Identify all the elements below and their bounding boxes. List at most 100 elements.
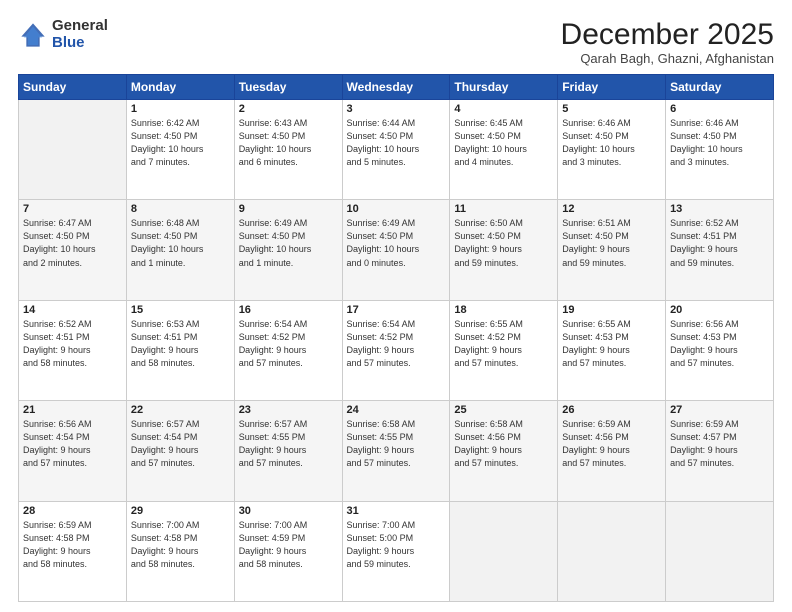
day-info: Sunrise: 6:55 AMSunset: 4:53 PMDaylight:… [562,318,661,370]
calendar-cell: 3 Sunrise: 6:44 AMSunset: 4:50 PMDaylight… [342,100,450,200]
day-number: 14 [23,304,122,316]
calendar-cell: 1 Sunrise: 6:42 AMSunset: 4:50 PMDaylight… [126,100,234,200]
calendar-week-row: 1 Sunrise: 6:42 AMSunset: 4:50 PMDaylight… [19,100,774,200]
calendar-week-row: 21 Sunrise: 6:56 AMSunset: 4:54 PMDayligh… [19,401,774,501]
calendar-week-row: 14 Sunrise: 6:52 AMSunset: 4:51 PMDayligh… [19,300,774,400]
day-info: Sunrise: 6:56 AMSunset: 4:54 PMDaylight:… [23,418,122,470]
month-title: December 2025 [561,18,774,51]
day-number: 2 [239,103,338,115]
day-info: Sunrise: 6:57 AMSunset: 4:55 PMDaylight:… [239,418,338,470]
calendar-cell: 25Sunrise: 6:58 AMSunset: 4:56 PMDayligh… [450,401,558,501]
day-info: Sunrise: 6:54 AMSunset: 4:52 PMDaylight:… [347,318,446,370]
day-number: 11 [454,203,553,215]
day-info: Sunrise: 6:42 AMSunset: 4:50 PMDaylight:… [131,117,230,169]
day-number: 3 [347,103,446,115]
day-info: Sunrise: 6:59 AMSunset: 4:57 PMDaylight:… [670,418,769,470]
day-number: 30 [239,505,338,517]
calendar-cell [450,501,558,601]
col-header-wednesday: Wednesday [342,75,450,100]
day-info: Sunrise: 6:49 AMSunset: 4:50 PMDaylight:… [239,217,338,269]
calendar-cell: 26 Sunrise: 6:59 AMSunset: 4:56 PMDayligh… [558,401,666,501]
day-number: 13 [670,203,769,215]
day-number: 27 [670,404,769,416]
day-info: Sunrise: 6:48 AMSunset: 4:50 PMDaylight:… [131,217,230,269]
calendar-cell: 20 Sunrise: 6:56 AMSunset: 4:53 PMDayligh… [666,300,774,400]
calendar-cell: 22 Sunrise: 6:57 AMSunset: 4:54 PMDayligh… [126,401,234,501]
col-header-sunday: Sunday [19,75,127,100]
calendar-cell: 6 Sunrise: 6:46 AMSunset: 4:50 PMDaylight… [666,100,774,200]
calendar-cell: 14 Sunrise: 6:52 AMSunset: 4:51 PMDayligh… [19,300,127,400]
calendar-cell: 19 Sunrise: 6:55 AMSunset: 4:53 PMDayligh… [558,300,666,400]
calendar-cell: 9 Sunrise: 6:49 AMSunset: 4:50 PMDaylight… [234,200,342,300]
day-info: Sunrise: 6:59 AMSunset: 4:56 PMDaylight:… [562,418,661,470]
calendar-cell: 29 Sunrise: 7:00 AMSunset: 4:58 PMDayligh… [126,501,234,601]
logo-icon [18,20,48,50]
day-info: Sunrise: 6:43 AMSunset: 4:50 PMDaylight:… [239,117,338,169]
day-info: Sunrise: 6:49 AMSunset: 4:50 PMDaylight:… [347,217,446,269]
calendar-cell: 24 Sunrise: 6:58 AMSunset: 4:55 PMDayligh… [342,401,450,501]
day-info: Sunrise: 6:52 AMSunset: 4:51 PMDaylight:… [670,217,769,269]
day-number: 26 [562,404,661,416]
header: General Blue December 2025 Qarah Bagh, G… [18,18,774,66]
day-number: 20 [670,304,769,316]
day-number: 29 [131,505,230,517]
calendar-cell: 31Sunrise: 7:00 AMSunset: 5:00 PMDayligh… [342,501,450,601]
calendar-week-row: 7 Sunrise: 6:47 AMSunset: 4:50 PMDaylight… [19,200,774,300]
calendar-cell: 17 Sunrise: 6:54 AMSunset: 4:52 PMDayligh… [342,300,450,400]
calendar-cell: 4 Sunrise: 6:45 AMSunset: 4:50 PMDaylight… [450,100,558,200]
calendar-cell: 2 Sunrise: 6:43 AMSunset: 4:50 PMDaylight… [234,100,342,200]
day-info: Sunrise: 6:50 AMSunset: 4:50 PMDaylight:… [454,217,553,269]
day-number: 16 [239,304,338,316]
col-header-monday: Monday [126,75,234,100]
calendar-cell: 15 Sunrise: 6:53 AMSunset: 4:51 PMDayligh… [126,300,234,400]
calendar-cell [558,501,666,601]
col-header-saturday: Saturday [666,75,774,100]
day-info: Sunrise: 6:51 AMSunset: 4:50 PMDaylight:… [562,217,661,269]
day-number: 9 [239,203,338,215]
day-number: 24 [347,404,446,416]
day-info: Sunrise: 6:54 AMSunset: 4:52 PMDaylight:… [239,318,338,370]
calendar-cell: 11 Sunrise: 6:50 AMSunset: 4:50 PMDayligh… [450,200,558,300]
calendar-cell [19,100,127,200]
title-section: December 2025 Qarah Bagh, Ghazni, Afghan… [561,18,774,66]
day-number: 7 [23,203,122,215]
calendar-cell: 27 Sunrise: 6:59 AMSunset: 4:57 PMDayligh… [666,401,774,501]
day-info: Sunrise: 6:44 AMSunset: 4:50 PMDaylight:… [347,117,446,169]
day-info: Sunrise: 6:58 AMSunset: 4:56 PMDaylight:… [454,418,553,470]
day-info: Sunrise: 6:59 AMSunset: 4:58 PMDaylight:… [23,519,122,571]
calendar-week-row: 28 Sunrise: 6:59 AMSunset: 4:58 PMDayligh… [19,501,774,601]
calendar-cell: 21 Sunrise: 6:56 AMSunset: 4:54 PMDayligh… [19,401,127,501]
day-info: Sunrise: 6:58 AMSunset: 4:55 PMDaylight:… [347,418,446,470]
day-info: Sunrise: 6:46 AMSunset: 4:50 PMDaylight:… [562,117,661,169]
day-number: 1 [131,103,230,115]
day-info: Sunrise: 6:57 AMSunset: 4:54 PMDaylight:… [131,418,230,470]
calendar-cell: 7 Sunrise: 6:47 AMSunset: 4:50 PMDaylight… [19,200,127,300]
day-number: 22 [131,404,230,416]
day-number: 15 [131,304,230,316]
calendar-cell: 8Sunrise: 6:48 AMSunset: 4:50 PMDaylight… [126,200,234,300]
day-info: Sunrise: 6:46 AMSunset: 4:50 PMDaylight:… [670,117,769,169]
day-number: 23 [239,404,338,416]
calendar-cell: 10Sunrise: 6:49 AMSunset: 4:50 PMDayligh… [342,200,450,300]
day-number: 17 [347,304,446,316]
day-number: 18 [454,304,553,316]
col-header-tuesday: Tuesday [234,75,342,100]
day-info: Sunrise: 7:00 AMSunset: 5:00 PMDaylight:… [347,519,446,571]
day-number: 21 [23,404,122,416]
day-info: Sunrise: 6:52 AMSunset: 4:51 PMDaylight:… [23,318,122,370]
day-info: Sunrise: 6:53 AMSunset: 4:51 PMDaylight:… [131,318,230,370]
day-number: 19 [562,304,661,316]
day-info: Sunrise: 6:45 AMSunset: 4:50 PMDaylight:… [454,117,553,169]
day-number: 4 [454,103,553,115]
day-info: Sunrise: 7:00 AMSunset: 4:59 PMDaylight:… [239,519,338,571]
calendar-cell: 28 Sunrise: 6:59 AMSunset: 4:58 PMDayligh… [19,501,127,601]
day-number: 28 [23,505,122,517]
day-info: Sunrise: 6:56 AMSunset: 4:53 PMDaylight:… [670,318,769,370]
calendar-cell: 30 Sunrise: 7:00 AMSunset: 4:59 PMDayligh… [234,501,342,601]
day-number: 6 [670,103,769,115]
calendar-cell: 12Sunrise: 6:51 AMSunset: 4:50 PMDayligh… [558,200,666,300]
logo-text: General Blue [52,18,108,51]
day-info: Sunrise: 6:47 AMSunset: 4:50 PMDaylight:… [23,217,122,269]
location-subtitle: Qarah Bagh, Ghazni, Afghanistan [561,51,774,66]
day-info: Sunrise: 7:00 AMSunset: 4:58 PMDaylight:… [131,519,230,571]
